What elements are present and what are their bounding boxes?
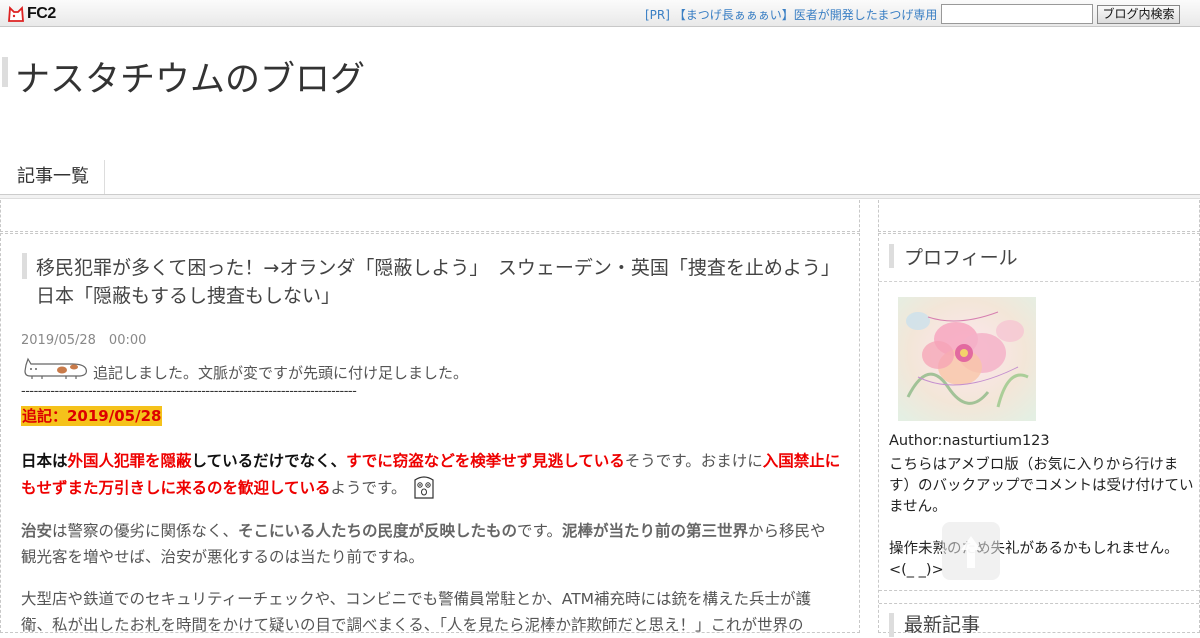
text-segment: 泥棒が当たり前の第三世界	[562, 522, 749, 540]
profile-avatar-image[interactable]	[898, 297, 1036, 421]
fc2-fox-icon	[8, 6, 24, 22]
text-segment: です。	[517, 522, 562, 540]
cat-emoji-icon	[24, 357, 87, 379]
main-column-spacer	[0, 200, 860, 232]
article-title-accent-bar	[22, 253, 27, 279]
text-segment: 外国人犯罪を隠蔽	[67, 452, 192, 470]
shocked-face-emoji-icon	[413, 476, 434, 499]
added-date-label: 追記：2019/05/28	[21, 406, 163, 426]
article-date: 2019/05/28 00:00	[21, 333, 147, 348]
text-segment: は警察の優劣に関係なく、	[52, 522, 239, 540]
dashed-divider-text: ----------------------------------------…	[21, 384, 357, 399]
text-segment: そうです。おまけに	[624, 452, 763, 470]
blog-search-input[interactable]	[941, 4, 1093, 24]
article-paragraph-1: 日本は外国人犯罪を隠蔽しているだけでなく、すでに窃盗などを検挙せず見逃しているそ…	[21, 448, 841, 501]
text-segment: ようです。	[330, 479, 407, 497]
text-segment: しているだけでなく、	[191, 452, 347, 470]
blog-search-button[interactable]: ブログ内検索	[1097, 5, 1180, 24]
article-title[interactable]: 移民犯罪が多くて困った！→オランダ「隠蔽しよう」 スウェーデン・英国「捜査を止め…	[36, 254, 858, 310]
text-segment: 日本は	[21, 452, 68, 470]
fc2-logo-text: FC2	[27, 5, 56, 22]
nav-divider	[0, 194, 1200, 199]
fc2-topbar: FC2 [PR] 【まつげ長ぁぁぁい】医者が開発したまつげ専用 ブログ内検索	[0, 0, 1200, 27]
text-segment: そこにいる人たちの民度が反映したもの	[238, 522, 518, 540]
sidebar-divider	[879, 281, 1199, 282]
article-paragraph-3: 大型店や鉄道でのセキュリティーチェックや、コンビニでも警備員常駐とか、ATM補充…	[21, 590, 812, 634]
sidebar-spacer	[878, 200, 1200, 232]
recent-heading-accent-bar	[889, 613, 894, 637]
profile-author: Author:nasturtium123	[889, 433, 1050, 449]
pr-ad-link[interactable]: [PR] 【まつげ長ぁぁぁい】医者が開発したまつげ専用	[645, 6, 937, 23]
blog-title[interactable]: ナスタチウムのブログ	[15, 51, 365, 102]
fc2-logo[interactable]: FC2	[7, 5, 56, 23]
profile-heading: プロフィール	[904, 247, 1018, 269]
scroll-to-top-button[interactable]	[942, 522, 1000, 580]
update-note: 追記しました。文脈が変ですが先頭に付け足しました。	[93, 364, 469, 382]
nav-item-article-list[interactable]: 記事一覧	[0, 160, 105, 194]
profile-apology: 操作未熟のため失礼があるかもしれません。<(_ _)>	[889, 541, 1179, 578]
text-segment: 治安	[21, 522, 53, 540]
arrow-up-icon	[961, 536, 981, 568]
profile-heading-accent-bar	[889, 244, 894, 268]
title-accent-bar	[2, 57, 8, 87]
article-paragraph-2: 治安は警察の優劣に関係なく、そこにいる人たちの民度が反映したものです。泥棒が当た…	[21, 518, 841, 570]
profile-description: こちらはアメブロ版（お気に入りから行けます）のバックアップでコメントは受け付けて…	[889, 457, 1194, 515]
recent-posts-heading: 最新記事	[904, 614, 981, 636]
text-segment: すでに窃盗などを検挙せず見逃している	[346, 452, 625, 470]
sidebar-section-spacer	[879, 590, 1199, 604]
